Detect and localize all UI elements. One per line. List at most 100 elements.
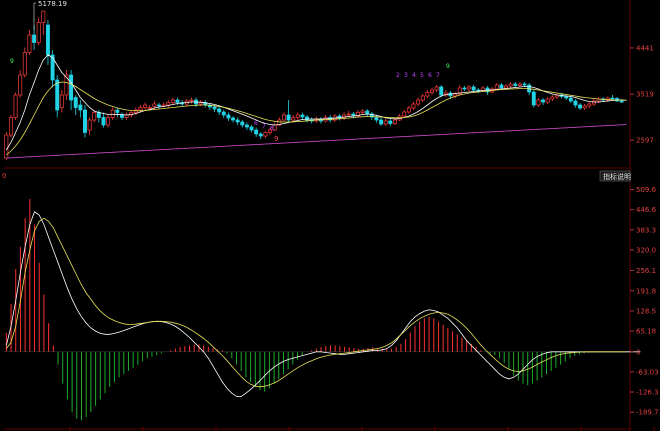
candle-body	[587, 103, 592, 107]
candle-body	[69, 74, 74, 101]
high-label: 5178.19	[38, 0, 67, 8]
macd-tick-label: -189.7	[636, 409, 659, 417]
candle-body	[453, 93, 458, 97]
candle-body	[157, 104, 161, 107]
macd-tick-label: 256.1	[636, 267, 656, 275]
candle-body	[249, 126, 254, 131]
candle-body	[78, 104, 83, 111]
price-tick-label: 4441	[636, 44, 654, 52]
candle-body	[212, 106, 217, 110]
candle-body	[27, 34, 32, 53]
candle-body	[393, 119, 397, 124]
candle-body	[305, 116, 310, 121]
candle-body	[217, 108, 222, 113]
candle-body	[406, 107, 411, 113]
candle-body	[18, 74, 23, 96]
macd-tick-label: 0	[636, 348, 640, 356]
ma-long-line	[6, 124, 627, 159]
grid	[4, 0, 655, 431]
macd-tick-label: 446.6	[636, 206, 657, 214]
candle-body	[439, 86, 444, 96]
candle-body	[175, 99, 180, 103]
candle-body	[379, 119, 384, 125]
macd-tick-label: -126.3	[636, 389, 659, 397]
sequence-marker: 7	[262, 123, 266, 130]
candle-body	[545, 98, 550, 103]
candle-body	[147, 107, 152, 109]
candle-body	[8, 117, 13, 136]
candle-body	[120, 114, 124, 118]
macd-tick-label: 191.8	[636, 287, 656, 295]
candle-body	[619, 100, 624, 103]
macd-tick-label: 128.5	[636, 307, 656, 315]
candle-body	[45, 24, 50, 56]
candle-body	[462, 87, 467, 90]
dif-line	[5, 211, 641, 397]
candle-body	[467, 86, 471, 90]
candle-body	[564, 96, 569, 99]
candle-body	[517, 83, 522, 86]
candle-body	[221, 111, 226, 116]
candle-body	[610, 97, 615, 100]
candle-body	[106, 117, 111, 126]
candle-body	[22, 52, 27, 76]
candle-body	[166, 102, 171, 106]
macd-tick-label: 383.3	[636, 226, 656, 234]
candle-body	[258, 133, 263, 137]
candle-body	[578, 104, 583, 109]
candle-body	[254, 129, 259, 135]
candle-body	[346, 113, 351, 116]
candle-body	[416, 99, 421, 105]
candle-body	[513, 83, 518, 86]
candle-body	[591, 100, 596, 105]
candle-body	[508, 83, 513, 87]
indicator-help-button[interactable]: 指标说明	[599, 170, 631, 182]
candle-body	[143, 104, 148, 108]
candle-body	[73, 97, 78, 108]
candle-body	[263, 132, 268, 137]
candle-body	[550, 96, 555, 100]
candle-body	[226, 114, 231, 119]
macd-tick-label: -63.03	[636, 368, 659, 376]
candle-body	[536, 99, 541, 106]
candle-body	[189, 99, 194, 102]
candle-body	[434, 86, 439, 91]
candle-body	[92, 112, 97, 121]
candle-body	[87, 119, 92, 131]
candle-body	[383, 120, 388, 125]
candle-body	[582, 105, 587, 109]
price-tick-label: 3519	[636, 91, 654, 99]
candle-body	[430, 89, 434, 93]
candle-body	[101, 117, 106, 126]
candle-body	[420, 95, 425, 101]
candle-body	[494, 84, 499, 90]
candle-body	[425, 92, 430, 97]
candle-body	[402, 111, 407, 117]
left-marker: 0	[2, 172, 6, 180]
candle-body	[388, 120, 393, 124]
candle-body	[235, 119, 240, 123]
candle-body	[152, 103, 157, 107]
stock-chart: 2 3 4 5 6 796 7 89 444135192597509.6446.6383.33…	[2, 0, 659, 431]
candle-body	[244, 124, 249, 128]
sequence-marker: 8	[270, 125, 274, 132]
candle-body	[138, 107, 143, 111]
dea-line	[5, 217, 627, 388]
candle-body	[32, 34, 37, 43]
candle-body	[115, 109, 120, 113]
macd-panel[interactable]	[4, 199, 641, 421]
candle-body	[83, 109, 87, 133]
candle-body	[36, 22, 41, 43]
candle-body	[231, 117, 235, 121]
price-panel[interactable]: 2 3 4 5 6 796 7 89	[4, 10, 627, 160]
price-tick-label: 2597	[636, 137, 654, 145]
candle-body	[13, 94, 18, 118]
candle-body	[96, 112, 101, 118]
candle-body	[374, 116, 379, 121]
candle-body	[295, 114, 300, 118]
macd-tick-label: 509.6	[636, 186, 657, 194]
candle-body	[573, 100, 578, 106]
candle-body	[499, 84, 504, 89]
candle-body	[291, 117, 296, 121]
candle-body	[568, 97, 573, 102]
